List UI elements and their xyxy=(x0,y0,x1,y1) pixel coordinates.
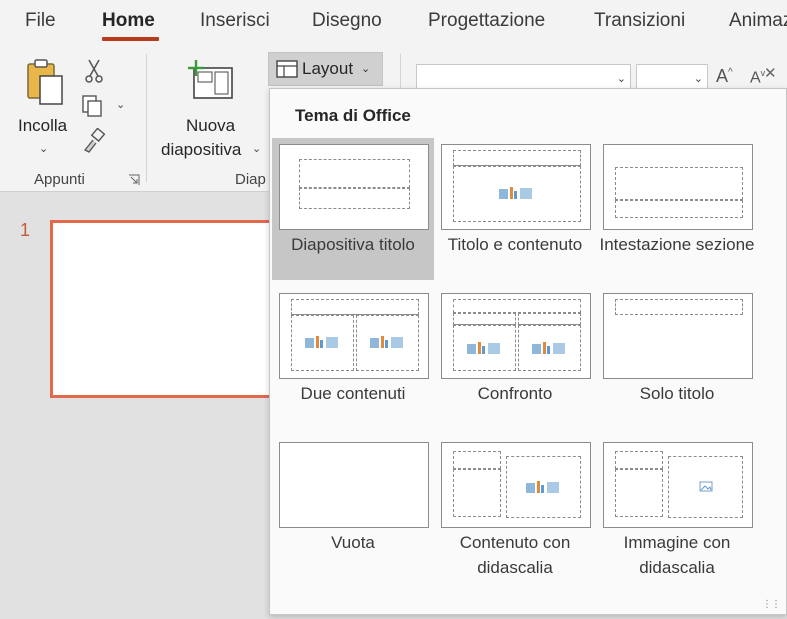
layout-label: Titolo e contenuto xyxy=(447,235,583,254)
title-placeholder xyxy=(453,150,581,166)
new-slide-button[interactable]: Nuova diapositiva ⌄ xyxy=(156,54,264,159)
slide-thumbnail[interactable] xyxy=(50,220,280,398)
subtitle-placeholder xyxy=(299,188,410,209)
title-placeholder xyxy=(615,299,743,315)
title-placeholder xyxy=(453,451,501,469)
content-placeholder-right xyxy=(518,325,581,371)
new-slide-label-2: diapositiva xyxy=(161,140,242,159)
layout-thumbnail xyxy=(603,293,753,379)
layout-title-content[interactable]: Titolo e contenuto xyxy=(434,138,596,280)
increase-font-icon[interactable]: A^ xyxy=(716,66,733,87)
clipboard-group-label: Appunti xyxy=(34,171,85,188)
layout-section-header[interactable]: Intestazione sezione xyxy=(596,138,758,280)
layout-label: Diapositiva titolo xyxy=(291,235,415,254)
picture-icon xyxy=(699,481,713,492)
layout-label: Immagine con didascalia xyxy=(623,533,731,577)
cut-icon[interactable] xyxy=(83,58,105,84)
slides-group-label: Diap xyxy=(235,171,266,188)
layout-thumbnail xyxy=(279,144,429,230)
layout-label: Intestazione sezione xyxy=(599,235,755,254)
content-icons xyxy=(526,481,559,493)
chevron-down-icon: ⌄ xyxy=(361,63,371,75)
ribbon-tabs: File Home Inserisci Disegno Progettazion… xyxy=(0,0,787,46)
layout-thumbnail xyxy=(441,144,591,230)
text-placeholder xyxy=(615,200,743,218)
header-placeholder-left xyxy=(453,313,516,325)
format-painter-icon[interactable] xyxy=(82,128,106,154)
layout-title-slide[interactable]: Diapositiva titolo xyxy=(272,138,434,280)
layout-label: Vuota xyxy=(331,533,375,552)
content-placeholder-left xyxy=(453,325,516,371)
layout-blank[interactable]: Vuota xyxy=(272,436,434,578)
layout-thumbnail xyxy=(441,293,591,379)
layout-label: Contenuto con didascalia xyxy=(459,533,571,577)
title-placeholder xyxy=(453,299,581,313)
group-separator xyxy=(146,54,147,182)
content-placeholder-left xyxy=(291,315,354,371)
chevron-down-icon: ⌄ xyxy=(616,73,626,85)
paste-label: Incolla xyxy=(18,116,68,135)
layout-gallery: Tema di Office Diapositiva titolo Titolo… xyxy=(269,88,787,615)
chevron-down-icon: ⌄ xyxy=(252,143,262,155)
slide-number: 1 xyxy=(20,220,31,240)
chevron-down-icon: ⌄ xyxy=(693,73,703,85)
text-placeholder xyxy=(615,469,663,517)
layout-label: Layout xyxy=(302,59,354,78)
title-placeholder xyxy=(615,451,663,469)
picture-placeholder xyxy=(668,456,743,518)
content-placeholder xyxy=(506,456,581,518)
tab-design[interactable]: Progettazione xyxy=(428,10,545,32)
tab-animations[interactable]: Animaz xyxy=(729,10,787,32)
dialog-launcher-icon[interactable] xyxy=(128,174,140,186)
layout-two-content[interactable]: Due contenuti xyxy=(272,287,434,429)
content-placeholder-right xyxy=(356,315,419,371)
title-placeholder xyxy=(291,299,419,315)
layout-title-only[interactable]: Solo titolo xyxy=(596,287,758,429)
clear-format-icon[interactable]: ✕ xyxy=(764,64,777,82)
tab-draw[interactable]: Disegno xyxy=(312,10,382,32)
content-icons xyxy=(370,336,403,348)
text-placeholder xyxy=(453,469,501,517)
new-slide-label-1: Nuova xyxy=(186,116,236,135)
tab-home[interactable]: Home xyxy=(102,10,155,32)
layout-thumbnail xyxy=(603,144,753,230)
layout-picture-with-caption[interactable]: Immagine con didascalia xyxy=(596,436,758,578)
content-placeholder xyxy=(453,166,581,222)
paste-button[interactable]: Incolla ⌄ xyxy=(12,54,74,158)
layout-icon xyxy=(276,60,298,78)
content-icons xyxy=(467,342,500,354)
title-placeholder xyxy=(299,159,410,188)
copy-chevron-icon[interactable]: ⌄ xyxy=(116,98,125,111)
paste-icon xyxy=(27,59,63,105)
layout-thumbnail xyxy=(441,442,591,528)
layout-button[interactable]: Layout ⌄ xyxy=(268,52,383,86)
layout-label: Solo titolo xyxy=(639,384,715,403)
title-placeholder xyxy=(615,167,743,200)
content-icons xyxy=(499,187,532,199)
content-icons xyxy=(532,342,565,354)
layout-thumbnail xyxy=(603,442,753,528)
layout-label: Confronto xyxy=(477,384,553,403)
chevron-down-icon: ⌄ xyxy=(39,143,49,155)
gallery-heading: Tema di Office xyxy=(295,106,411,125)
content-icons xyxy=(305,336,338,348)
new-slide-icon xyxy=(188,60,233,99)
active-tab-indicator xyxy=(102,37,159,41)
layout-content-with-caption[interactable]: Contenuto con didascalia xyxy=(434,436,596,578)
tab-insert[interactable]: Inserisci xyxy=(200,10,270,32)
resize-grip-icon[interactable]: ⋮⋮ xyxy=(762,599,781,610)
tab-transitions[interactable]: Transizioni xyxy=(594,10,685,32)
layout-thumbnail xyxy=(279,442,429,528)
tab-file[interactable]: File xyxy=(25,10,56,32)
layout-comparison[interactable]: Confronto xyxy=(434,287,596,429)
decrease-font-icon[interactable]: Av xyxy=(750,68,765,87)
copy-icon[interactable] xyxy=(81,94,105,118)
layout-label: Due contenuti xyxy=(300,384,406,403)
header-placeholder-right xyxy=(518,313,581,325)
layout-thumbnail xyxy=(279,293,429,379)
